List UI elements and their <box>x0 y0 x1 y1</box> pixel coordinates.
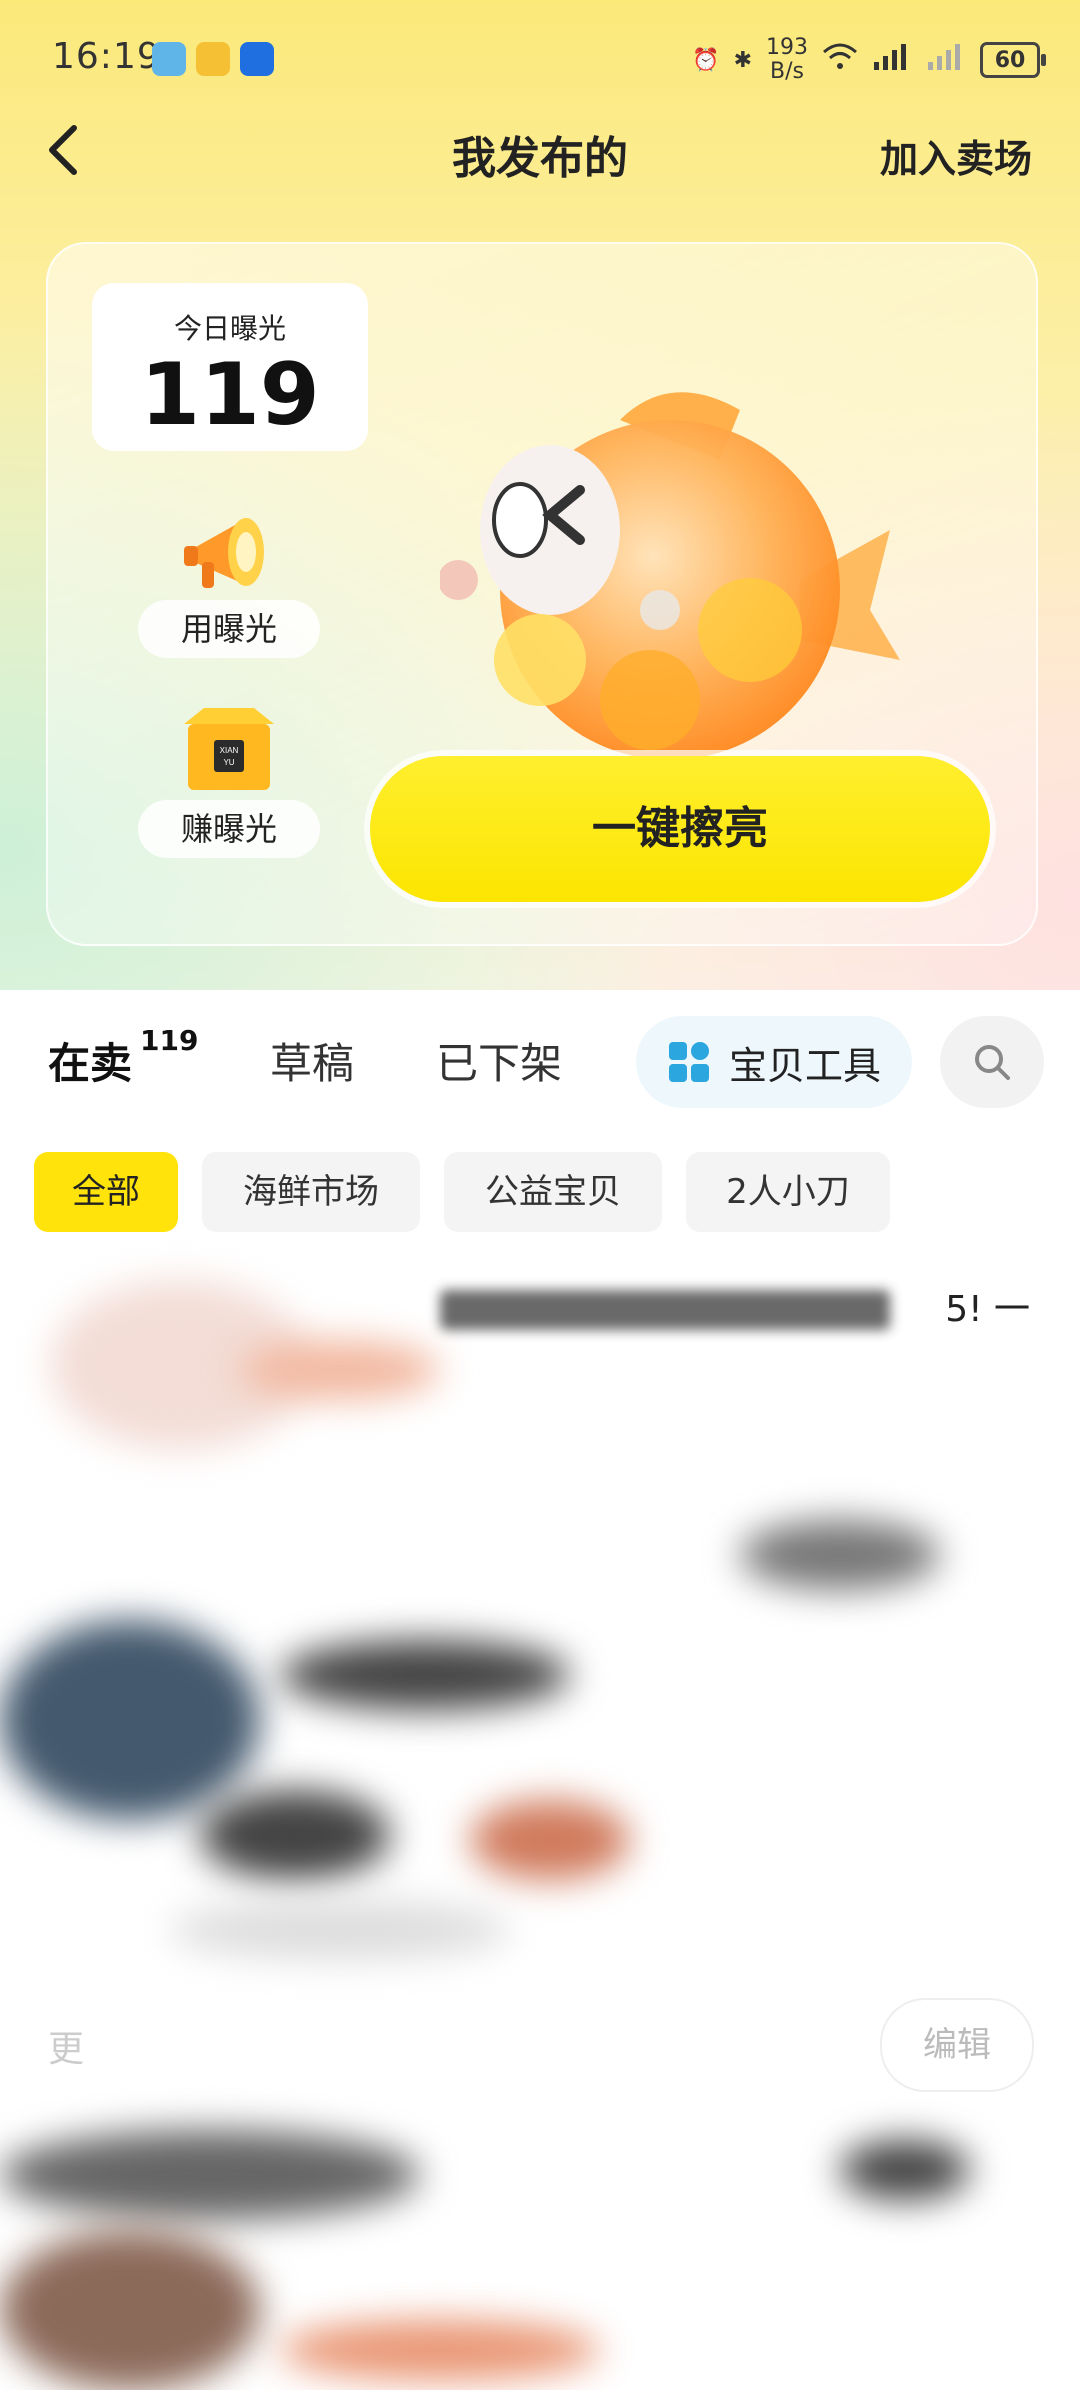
network-speed: 193 B/s <box>766 36 808 84</box>
grid-icon <box>668 1042 709 1082</box>
search-icon <box>975 1045 1010 1080</box>
alarm-icon: ⏰ <box>692 47 720 73</box>
redacted-image <box>0 1620 260 1820</box>
battery-indicator: 60 <box>980 42 1046 78</box>
redacted-text <box>280 1640 570 1710</box>
filter-charity-item[interactable]: 公益宝贝 <box>444 1152 662 1232</box>
today-exposure-label: 今日曝光 <box>173 312 286 345</box>
filter-two-person-bargain[interactable]: 2人小刀 <box>686 1152 890 1232</box>
redacted-text <box>470 1800 630 1880</box>
battery-level: 60 <box>994 47 1026 73</box>
redacted-text <box>200 1790 390 1880</box>
tab-on-sale-label: 在卖 <box>48 1039 133 1088</box>
redacted-image <box>0 2230 260 2390</box>
svg-text:YU: YU <box>223 758 234 767</box>
redacted-text <box>170 1900 510 1960</box>
join-market-button[interactable]: 加入卖场 <box>880 128 1032 183</box>
item-tools-label: 宝贝工具 <box>728 1043 881 1088</box>
app-notification-icon <box>196 42 230 76</box>
redacted-text <box>740 1520 940 1590</box>
signal-icon <box>872 42 912 78</box>
svg-text:XIAN: XIAN <box>220 746 239 755</box>
search-button[interactable] <box>940 1016 1044 1108</box>
use-exposure-label: 用曝光 <box>138 600 320 658</box>
app-notification-icon <box>152 42 186 76</box>
listing-title: 5! 一 <box>945 1289 1030 1330</box>
network-speed-value: 193 <box>766 35 808 60</box>
item-tools-button[interactable]: 宝贝工具 <box>636 1016 912 1108</box>
filter-seafood-market[interactable]: 海鲜市场 <box>202 1152 420 1232</box>
today-exposure-box: 今日曝光 119 <box>92 283 368 451</box>
tab-drafts[interactable]: 草稿 <box>270 1030 354 1091</box>
redacted-text <box>240 1340 440 1400</box>
tab-on-sale[interactable]: 在卖 <box>48 1030 140 1091</box>
box-icon: XIAN YU <box>174 700 284 800</box>
listing-hint: 更 <box>48 2029 85 2070</box>
tab-delisted[interactable]: 已下架 <box>436 1030 562 1091</box>
today-exposure-value: 119 <box>140 345 320 445</box>
redacted-text <box>440 1290 890 1330</box>
fish-mascot-illustration <box>438 380 940 760</box>
on-sale-count: 119 <box>140 1024 199 1057</box>
redacted-text <box>0 2130 420 2220</box>
redacted-text <box>840 2140 970 2200</box>
one-click-refresh-button[interactable]: 一键擦亮 <box>370 756 990 902</box>
edit-button[interactable]: 编辑 <box>880 1998 1034 2092</box>
redacted-text <box>280 2320 600 2380</box>
signal-icon <box>926 42 966 78</box>
filter-all[interactable]: 全部 <box>34 1152 178 1232</box>
bluetooth-icon: ✱ <box>733 47 752 73</box>
megaphone-icon <box>174 500 284 600</box>
earn-exposure-label: 赚曝光 <box>138 800 320 858</box>
earn-exposure-button[interactable]: XIAN YU 赚曝光 <box>138 700 320 858</box>
status-time: 16:19 <box>52 36 161 77</box>
use-exposure-button[interactable]: 用曝光 <box>138 500 320 658</box>
status-bar: 16:19 ⏰ ✱ 193 B/s 60 <box>0 0 1080 120</box>
wifi-icon <box>822 42 858 78</box>
network-speed-unit: B/s <box>770 59 804 84</box>
app-notification-icon <box>240 42 274 76</box>
